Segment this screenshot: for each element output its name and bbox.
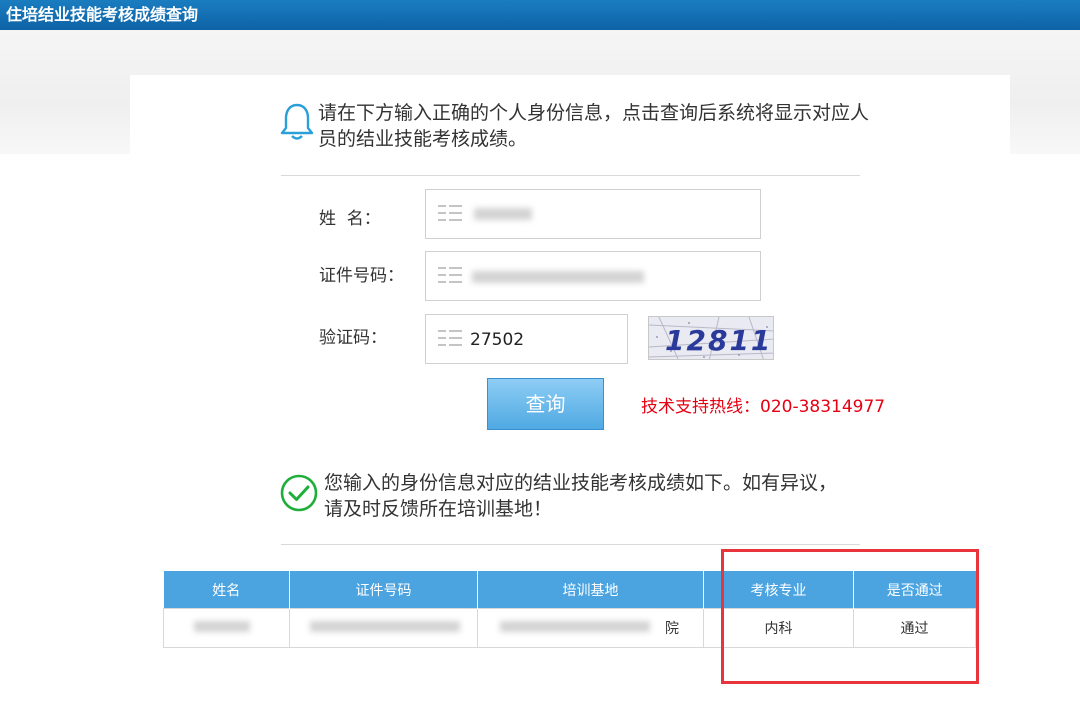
divider xyxy=(281,175,860,176)
col-header-name: 姓名 xyxy=(163,571,290,609)
redacted-base xyxy=(500,621,650,632)
check-circle-icon xyxy=(280,474,318,512)
list-icon xyxy=(438,330,462,346)
intro-text: 请在下方输入正确的个人身份信息，点击查询后系统将显示对应人员的结业技能考核成绩。 xyxy=(318,102,870,150)
captcha-input-value: 27502 xyxy=(470,330,525,350)
captcha-image-text: 12811 xyxy=(665,324,772,357)
annotation-highlight-box xyxy=(721,549,979,684)
base-suffix: 院 xyxy=(665,621,679,637)
list-icon xyxy=(438,267,462,283)
redacted-name xyxy=(474,208,532,220)
cell-training-base: 院 xyxy=(477,608,704,648)
result-message: 您输入的身份信息对应的结业技能考核成绩如下。如有异议，请及时反馈所在培训基地！ xyxy=(324,472,838,520)
col-header-base: 培训基地 xyxy=(477,571,704,609)
cell-name xyxy=(163,608,290,648)
redacted-id-number xyxy=(472,271,644,283)
col-header-id: 证件号码 xyxy=(289,571,478,609)
name-label: 姓 名： xyxy=(319,209,381,229)
id-label: 证件号码： xyxy=(319,266,404,286)
captcha-label: 验证码： xyxy=(319,328,387,348)
page-title: 住培结业技能考核成绩查询 xyxy=(0,0,1080,30)
hotline-text: 技术支持热线：020-38314977 xyxy=(641,397,886,417)
id-number-field[interactable] xyxy=(425,251,761,301)
redacted-name xyxy=(194,621,250,632)
bell-icon xyxy=(280,103,314,140)
cell-id-number xyxy=(289,608,478,648)
query-button[interactable]: 查询 xyxy=(487,378,604,430)
redacted-id-number xyxy=(310,621,460,632)
divider xyxy=(281,544,860,545)
captcha-field[interactable]: 27502 xyxy=(425,314,628,364)
list-icon xyxy=(438,205,462,221)
captcha-image[interactable]: 12811 xyxy=(648,316,774,360)
name-field[interactable] xyxy=(425,189,761,239)
